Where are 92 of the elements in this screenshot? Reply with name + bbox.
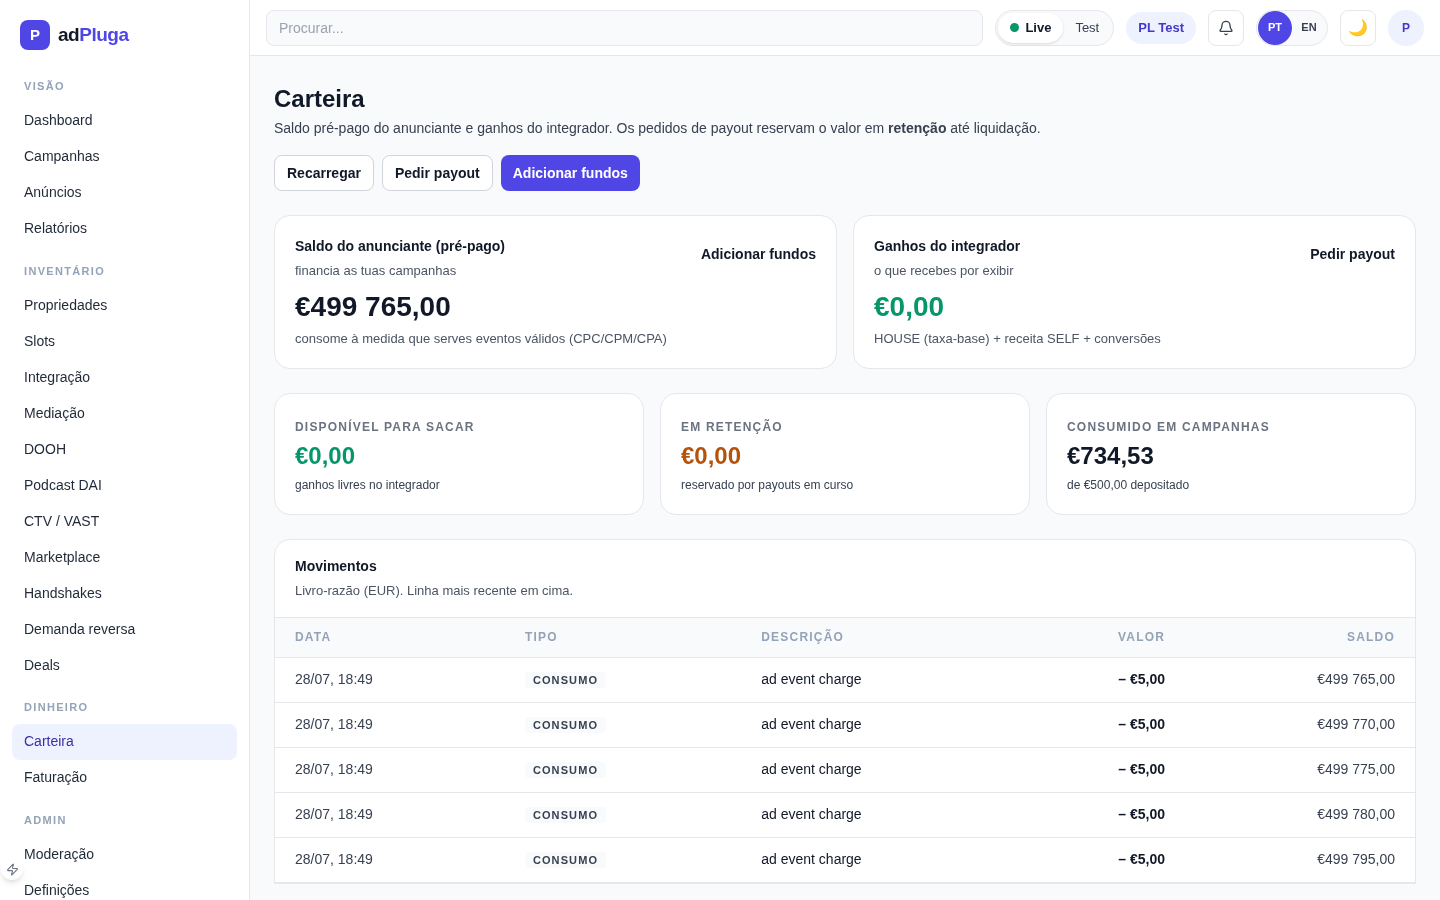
card-note: HOUSE (taxa-base) + receita SELF + conversões [874, 329, 1161, 348]
sidebar-item[interactable]: Mediação [12, 395, 237, 431]
type-tag: CONSUMO [524, 852, 607, 868]
card-note: consome à medida que serves eventos válidos (CPC/CPM/CPA) [295, 329, 667, 348]
card-title: Saldo do anunciante (pré-pago) [295, 237, 506, 256]
stat-label: EM RETENÇÃO [681, 418, 784, 436]
logo-icon: P [20, 20, 50, 50]
table-cell: 28/07, 18:49 [275, 702, 505, 747]
sidebar-item[interactable]: Campanhas [12, 138, 237, 175]
stat-label: DISPONÍVEL PARA SACAR [295, 418, 476, 436]
balance-amount: €499 765,00 [295, 289, 452, 324]
mode-tab[interactable]: Test [1063, 12, 1112, 43]
table-cell: €499 775,00 [1185, 747, 1415, 792]
action-button[interactable]: Adicionar fundos [500, 155, 640, 191]
brand-name: adPluga [58, 22, 129, 47]
stat-amount: €734,53 [1067, 441, 1155, 471]
stat-note: de €500,00 depositado [1067, 477, 1191, 494]
table-cell: – €5,00 [1015, 837, 1186, 882]
avatar[interactable]: P [1388, 9, 1424, 46]
sidebar-section-title: DINHEIRO [23, 700, 90, 715]
table-cell: €499 780,00 [1185, 792, 1415, 837]
sidebar-item[interactable]: Marketplace [12, 539, 237, 575]
table-cell: €499 795,00 [1185, 837, 1415, 882]
column-header: SALDO [1185, 617, 1415, 657]
notifications-button[interactable] [1208, 9, 1244, 46]
type-tag: CONSUMO [524, 672, 607, 688]
column-header: DESCRIÇÃO [741, 617, 1016, 657]
table-cell: ad event charge [741, 792, 1016, 837]
sidebar-section-title: INVENTÁRIO [23, 263, 107, 279]
sidebar-item[interactable]: Integração [12, 359, 237, 395]
card-subtitle: o que recebes por exibir [874, 262, 1015, 280]
table-cell: ad event charge [741, 702, 1016, 747]
sidebar-item[interactable]: Podcast DAI [12, 467, 237, 503]
bell-icon [1218, 19, 1234, 36]
balance-amount: €0,00 [874, 289, 946, 324]
tenant-badge[interactable]: PL Test [1126, 11, 1196, 44]
table-cell: 28/07, 18:49 [275, 657, 505, 702]
sidebar-item[interactable]: Relatórios [12, 210, 237, 247]
column-header: VALOR [1015, 617, 1186, 657]
table-cell: 28/07, 18:49 [275, 792, 505, 837]
sidebar-item[interactable]: Carteira [12, 723, 237, 760]
sidebar-item[interactable]: Demanda reversa [12, 611, 237, 647]
card-title: Ganhos do integrador [874, 237, 1022, 256]
card-subtitle: Livro-razão (EUR). Linha mais recente em cima. [295, 582, 575, 600]
table-cell: – €5,00 [1015, 792, 1186, 837]
sidebar-item[interactable]: Handshakes [12, 575, 237, 611]
sidebar-item[interactable]: Faturação [12, 759, 237, 796]
action-button[interactable]: Pedir payout [381, 155, 493, 191]
page-subtitle: Saldo pré-pago do anunciante e ganhos do integrador. Os pedidos de payout reservam o valor em retenção até liquidação. [274, 119, 1042, 138]
page-title: Carteira [274, 84, 366, 114]
column-header: DATA [275, 617, 505, 657]
stat-label: CONSUMIDO EM CAMPANHAS [1067, 419, 1271, 436]
sidebar-section-title: VISÃO [23, 79, 66, 94]
card-action-link[interactable]: Pedir payout [1310, 244, 1395, 348]
sidebar-item[interactable]: Definições [12, 872, 237, 900]
table-cell: ad event charge [741, 837, 1016, 882]
sidebar-item[interactable]: Anúncios [12, 174, 237, 211]
stat-note: ganhos livres no integrador [295, 477, 441, 494]
type-tag: CONSUMO [524, 762, 607, 778]
quick-action-button[interactable] [1, 858, 23, 880]
sidebar-item[interactable]: CTV / VAST [12, 503, 237, 539]
stat-amount: €0,00 [681, 441, 743, 471]
sidebar-item[interactable]: Propriedades [12, 287, 237, 323]
sidebar-item[interactable]: Slots [12, 323, 237, 359]
type-tag: CONSUMO [524, 717, 607, 733]
sidebar-section-title: ADMIN [23, 812, 68, 828]
stat-note: reservado por payouts em curso [681, 477, 855, 494]
language-tab[interactable]: EN [1292, 10, 1326, 45]
sidebar-item[interactable]: Dashboard [12, 102, 237, 139]
card-subtitle: financia as tuas campanhas [295, 262, 458, 280]
mode-tab[interactable]: Live [998, 12, 1064, 43]
sidebar-item[interactable]: Deals [12, 647, 237, 683]
card-title: Movimentos [295, 557, 378, 576]
table-cell: 28/07, 18:49 [275, 747, 505, 792]
table-cell: €499 765,00 [1185, 657, 1415, 702]
table-cell: 28/07, 18:49 [275, 837, 505, 882]
sidebar-item[interactable]: DOOH [12, 431, 237, 467]
search-field[interactable]: Procurar... [266, 9, 984, 46]
sidebar-item[interactable]: Moderação [12, 836, 237, 872]
action-button[interactable]: Recarregar [274, 155, 374, 191]
stat-amount: €0,00 [295, 441, 357, 471]
lightning-icon [5, 862, 19, 876]
table-cell: – €5,00 [1015, 657, 1186, 702]
card-action-link[interactable]: Adicionar fundos [700, 244, 816, 348]
column-header: TIPO [504, 617, 742, 657]
table-cell: ad event charge [741, 657, 1016, 702]
type-tag: CONSUMO [524, 807, 607, 823]
language-tab[interactable]: PT [1258, 10, 1292, 45]
table-cell: – €5,00 [1015, 747, 1186, 792]
table-cell: ad event charge [741, 747, 1016, 792]
table-cell: – €5,00 [1015, 702, 1186, 747]
table-cell: €499 770,00 [1185, 702, 1415, 747]
